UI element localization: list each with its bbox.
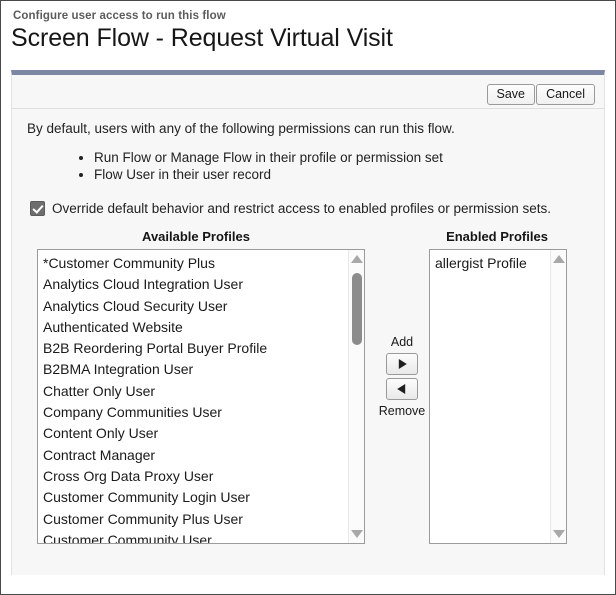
list-item[interactable]: Content Only User — [43, 423, 347, 444]
scrollbar-thumb[interactable] — [352, 273, 362, 345]
list-item[interactable]: Customer Community Plus User — [43, 509, 347, 530]
enabled-profiles-listbox[interactable]: allergist Profile — [429, 249, 567, 544]
list-item[interactable]: Authenticated Website — [43, 317, 347, 338]
remove-label: Remove — [378, 404, 426, 418]
override-label: Override default behavior and restrict a… — [52, 201, 551, 216]
list-item: Run Flow or Manage Flow in their profile… — [94, 149, 443, 166]
save-button[interactable]: Save — [486, 84, 535, 105]
available-profiles-listbox[interactable]: *Customer Community Plus Analytics Cloud… — [37, 249, 365, 544]
scroll-down-icon[interactable] — [553, 530, 565, 538]
add-button[interactable] — [386, 353, 418, 375]
enabled-profiles-label: Enabled Profiles — [446, 229, 548, 244]
action-toolbar: Save Cancel — [11, 70, 605, 109]
available-options: *Customer Community Plus Analytics Cloud… — [38, 250, 347, 543]
list-item[interactable]: Customer Community User — [43, 530, 347, 543]
add-label: Add — [390, 335, 414, 349]
list-item[interactable]: Cross Org Data Proxy User — [43, 466, 347, 487]
override-checkbox[interactable] — [30, 201, 45, 216]
override-row: Override default behavior and restrict a… — [30, 201, 551, 216]
list-item[interactable]: B2BMA Integration User — [43, 359, 347, 380]
list-item[interactable]: B2B Reordering Portal Buyer Profile — [43, 338, 347, 359]
list-item: Flow User in their user record — [94, 166, 443, 183]
permissions-list: Run Flow or Manage Flow in their profile… — [72, 149, 443, 183]
cancel-button[interactable]: Cancel — [536, 84, 595, 105]
scroll-up-icon[interactable] — [553, 255, 565, 263]
available-profiles-label: Available Profiles — [142, 229, 250, 244]
transfer-controls: Add Remove — [374, 334, 430, 419]
list-item[interactable]: *Customer Community Plus — [43, 253, 347, 274]
intro-text: By default, users with any of the follow… — [27, 121, 455, 136]
page-header: Configure user access to run this flow S… — [1, 1, 615, 70]
access-panel: By default, users with any of the follow… — [11, 109, 605, 575]
enabled-scrollbar[interactable] — [550, 250, 566, 543]
page-footer — [11, 575, 605, 594]
scroll-down-icon[interactable] — [351, 530, 363, 538]
list-item[interactable]: Chatter Only User — [43, 381, 347, 402]
available-scrollbar[interactable] — [348, 250, 364, 543]
page-title: Screen Flow - Request Virtual Visit — [11, 24, 393, 52]
list-item[interactable]: allergist Profile — [435, 253, 549, 274]
flow-access-page: Configure user access to run this flow S… — [0, 0, 616, 595]
list-item[interactable]: Contract Manager — [43, 445, 347, 466]
page-eyebrow: Configure user access to run this flow — [13, 10, 226, 22]
enabled-options: allergist Profile — [430, 250, 549, 274]
list-item[interactable]: Analytics Cloud Security User — [43, 296, 347, 317]
scroll-up-icon[interactable] — [351, 255, 363, 263]
list-item[interactable]: Analytics Cloud Integration User — [43, 274, 347, 295]
dual-listbox: Available Profiles Enabled Profiles *Cus… — [12, 229, 604, 549]
remove-button[interactable] — [386, 378, 418, 400]
list-item[interactable]: Company Communities User — [43, 402, 347, 423]
list-item[interactable]: Customer Community Login User — [43, 487, 347, 508]
